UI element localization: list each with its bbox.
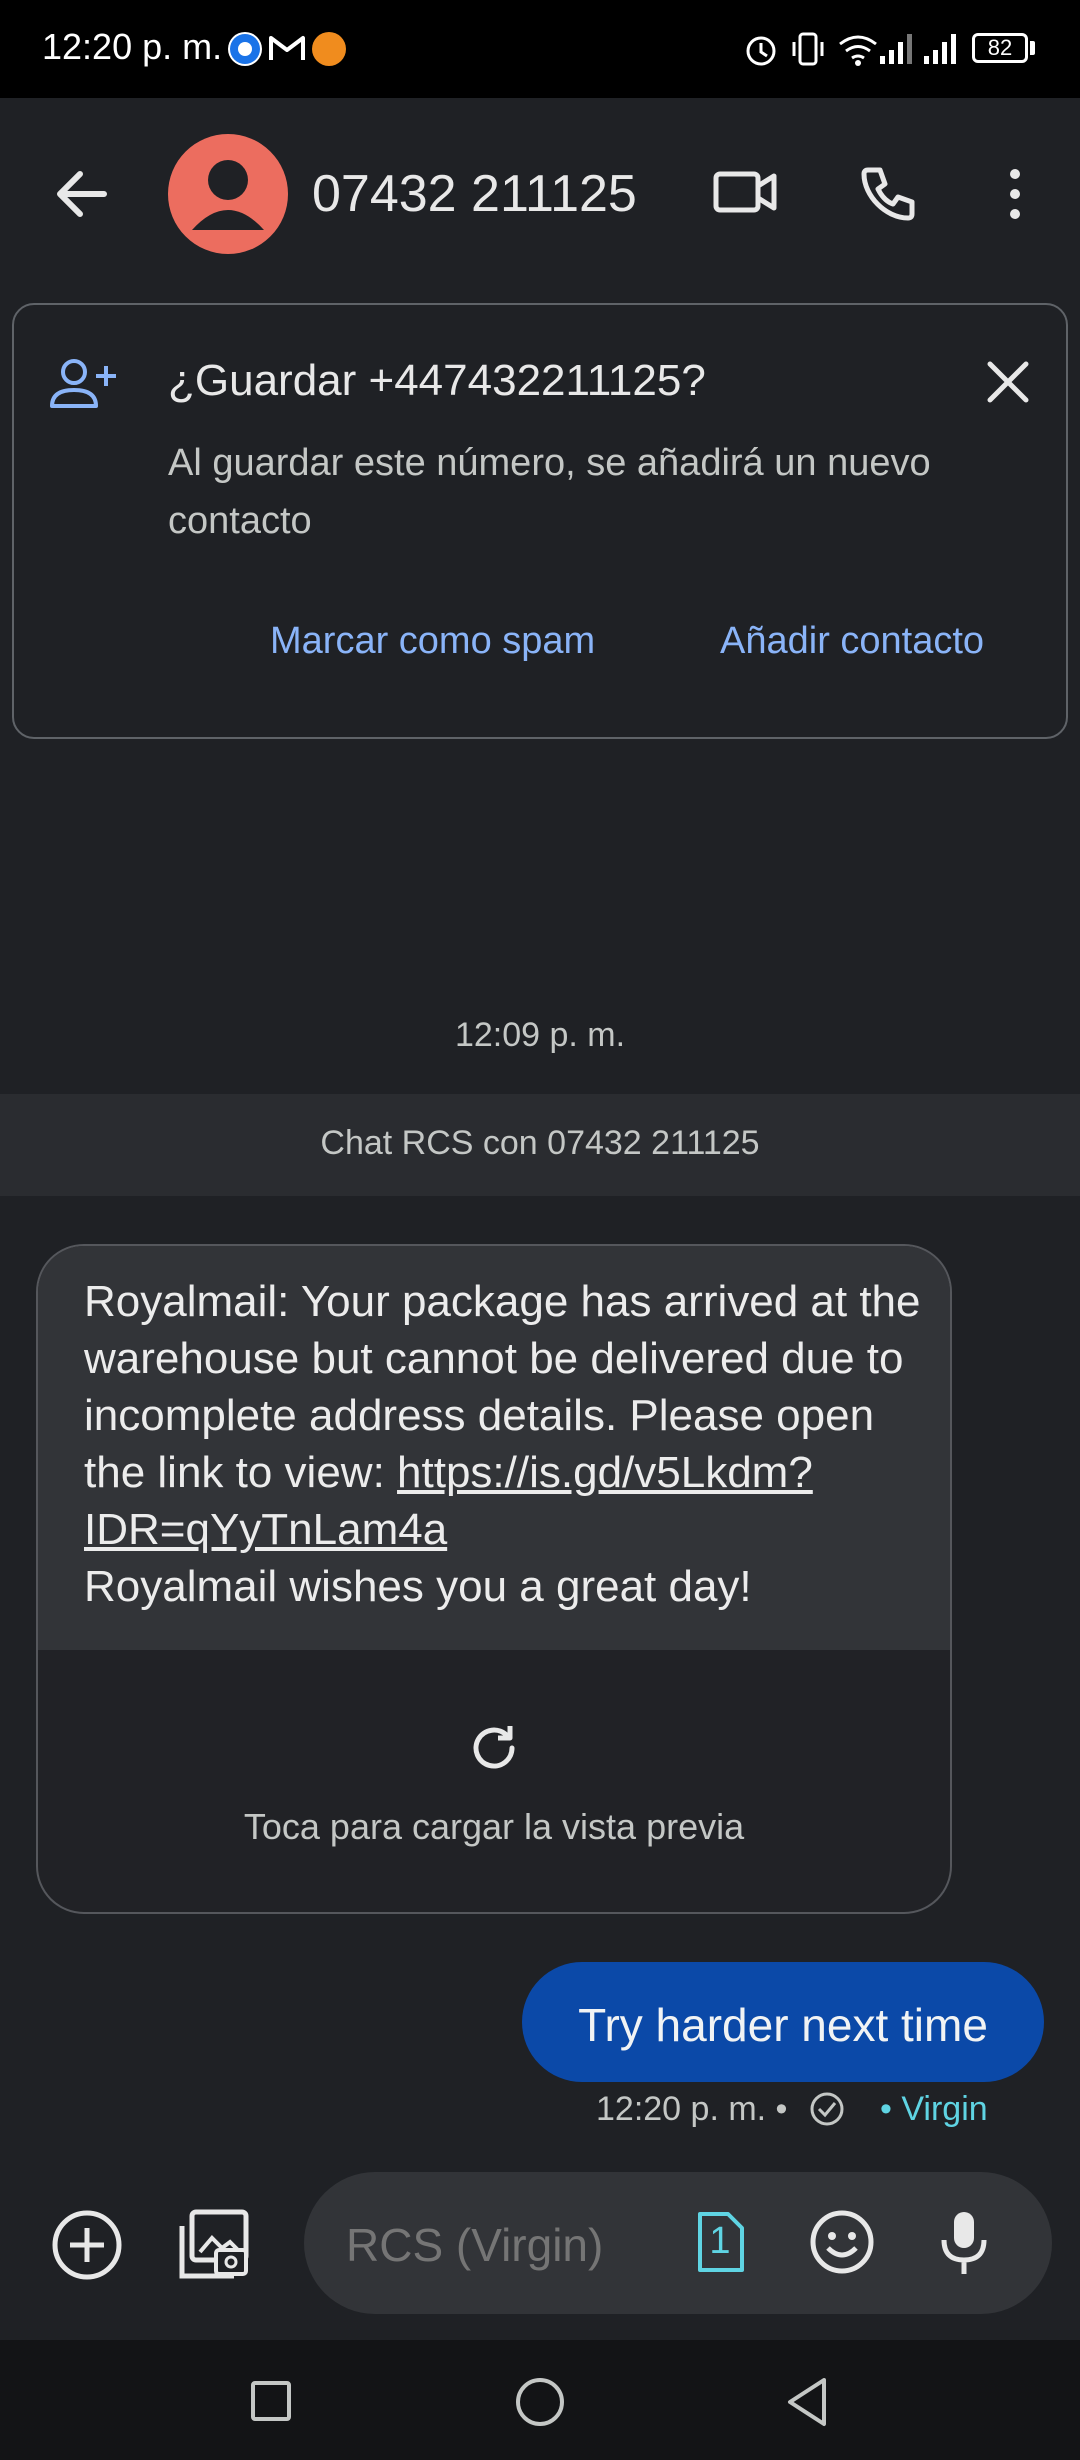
time-divider: 12:09 p. m. [454, 1016, 626, 1054]
wifi-icon [836, 30, 880, 73]
close-icon[interactable] [982, 356, 1034, 413]
contact-name[interactable]: 07432 211125 [312, 164, 637, 224]
microphone-icon[interactable] [936, 2208, 992, 2283]
gallery-icon[interactable] [174, 2206, 252, 2289]
signal-icon-2 [920, 30, 960, 73]
back-nav-icon[interactable] [784, 2376, 830, 2433]
vibrate-icon [790, 30, 826, 73]
refresh-icon[interactable] [466, 1720, 522, 1781]
outgoing-carrier-label: • Virgin [880, 2090, 988, 2128]
incoming-message-text: Royalmail: Your package has arrived at t… [84, 1273, 924, 1615]
more-options-icon[interactable] [1000, 164, 1030, 229]
video-call-icon[interactable] [710, 160, 782, 229]
sim-selector[interactable]: 1 [694, 2210, 746, 2274]
phone-icon[interactable] [856, 162, 920, 231]
status-time: 12:20 p. m. [42, 26, 223, 67]
store-icon [312, 32, 346, 66]
add-contact-button[interactable]: Añadir contacto [720, 620, 984, 663]
alarm-icon [742, 30, 780, 73]
emoji-icon[interactable] [808, 2208, 876, 2281]
person-icon [192, 160, 264, 230]
home-icon[interactable] [514, 2376, 566, 2433]
save-card-description: Al guardar este número, se añadirá un nu… [168, 442, 931, 542]
signal-icon-1 [876, 30, 916, 73]
add-person-icon [48, 354, 120, 419]
avatar[interactable] [168, 134, 288, 254]
battery-nub [1030, 41, 1035, 55]
recents-icon[interactable] [250, 2380, 292, 2427]
message-input[interactable] [346, 2218, 646, 2272]
incoming-message-closing: Royalmail wishes you a great day! [84, 1562, 752, 1611]
load-preview-label[interactable]: Toca para cargar la vista previa [38, 1806, 950, 1848]
add-attachment-icon[interactable] [50, 2208, 124, 2287]
mark-as-spam-button[interactable]: Marcar como spam [270, 620, 595, 663]
battery-indicator: 82 [972, 33, 1028, 63]
notification-app-icon [228, 32, 262, 66]
rcs-banner-label: Chat RCS con 07432 211125 [320, 1124, 760, 1162]
back-arrow-icon[interactable] [50, 162, 114, 231]
outgoing-message-text: Try harder next time [578, 1999, 988, 2051]
save-card-title: ¿Guardar +447432211125? [168, 356, 706, 405]
gmail-icon [268, 34, 306, 67]
sim-number: 1 [709, 2220, 731, 2262]
outgoing-message-time: 12:20 p. m. • [596, 2090, 788, 2128]
delivered-check-icon [808, 2090, 846, 2133]
